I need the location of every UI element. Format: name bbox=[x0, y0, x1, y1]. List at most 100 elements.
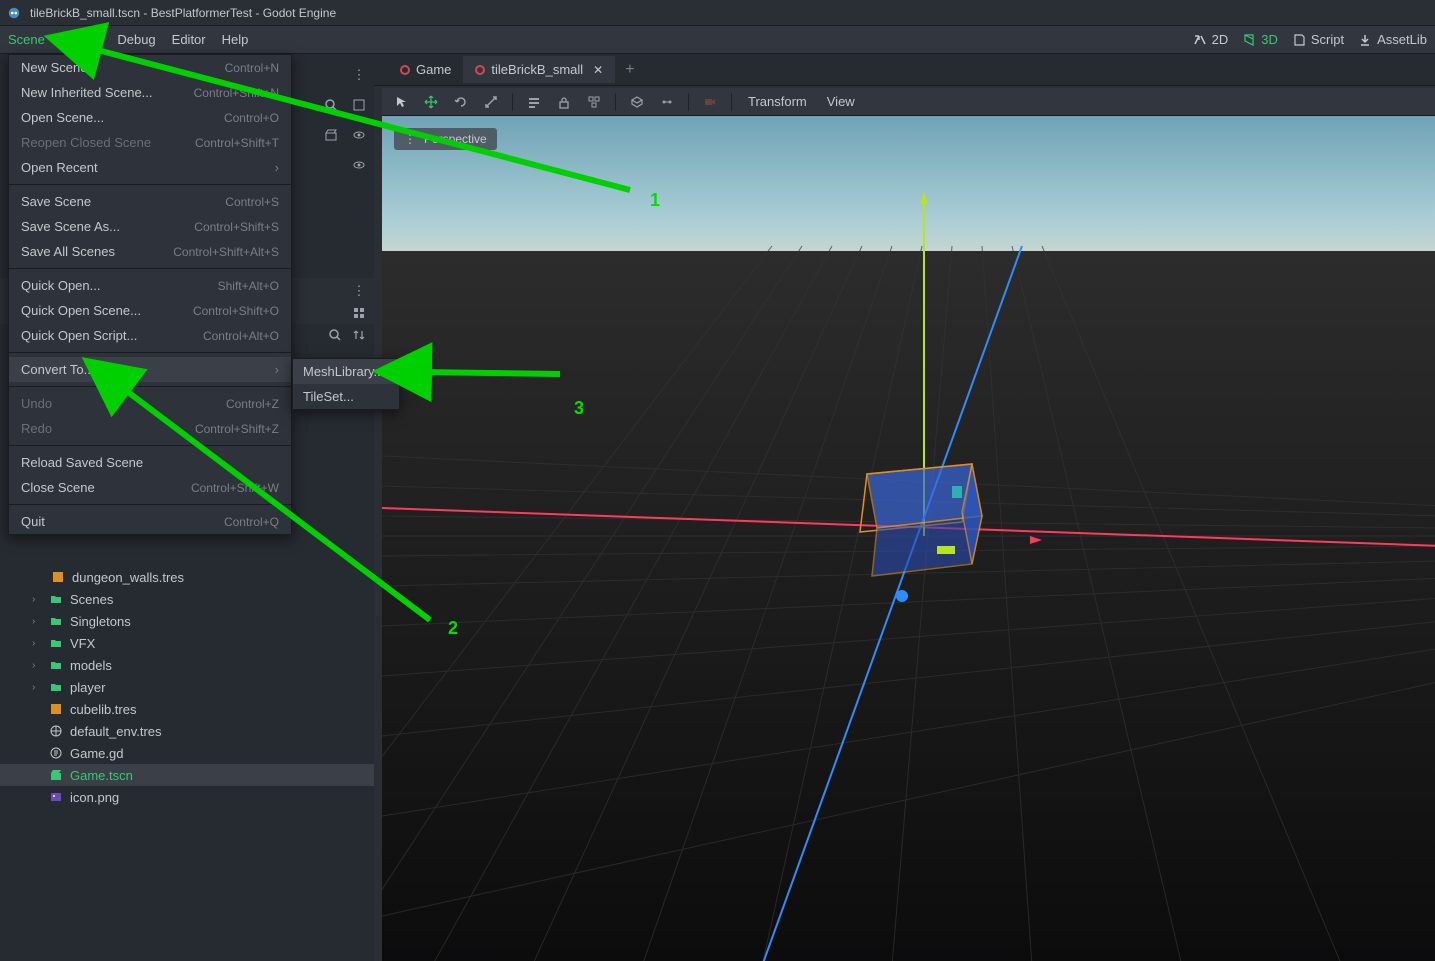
godot-logo-icon bbox=[6, 5, 22, 21]
file-item[interactable]: icon.png bbox=[0, 786, 374, 808]
menu-quit[interactable]: QuitControl+Q bbox=[9, 509, 291, 534]
3d-viewport[interactable]: ⋮ Perspective bbox=[382, 116, 1435, 961]
grid-view-icon[interactable] bbox=[350, 304, 368, 322]
separator bbox=[9, 504, 291, 505]
3d-icon bbox=[1242, 33, 1256, 47]
dots-icon[interactable]: ⋮ bbox=[350, 282, 368, 300]
folder-item[interactable]: › models bbox=[0, 654, 374, 676]
menu-reopen-closed: Reopen Closed SceneControl+Shift+T bbox=[9, 130, 291, 155]
separator bbox=[731, 93, 732, 111]
menu-quick-open[interactable]: Quick Open...Shift+Alt+O bbox=[9, 273, 291, 298]
perspective-badge[interactable]: ⋮ Perspective bbox=[394, 128, 497, 150]
menu-scene[interactable]: Scene bbox=[8, 32, 45, 47]
annotation-label-2: 2 bbox=[448, 618, 458, 639]
chevron-right-icon: › bbox=[32, 616, 42, 627]
z-handle[interactable] bbox=[896, 590, 908, 602]
eye-icon[interactable] bbox=[348, 124, 370, 146]
separator bbox=[688, 93, 689, 111]
filesystem-tree: dungeon_walls.tres › Scenes › Singletons… bbox=[0, 560, 374, 961]
scene-icon bbox=[475, 65, 485, 75]
workspace-script[interactable]: Script bbox=[1292, 32, 1344, 47]
file-item[interactable]: default_env.tres bbox=[0, 720, 374, 742]
menu-quick-open-scene[interactable]: Quick Open Scene...Control+Shift+O bbox=[9, 298, 291, 323]
local-space-toggle[interactable] bbox=[624, 90, 650, 114]
scene-file-icon bbox=[48, 767, 64, 783]
2d-icon bbox=[1193, 33, 1207, 47]
menu-quick-open-script[interactable]: Quick Open Script...Control+Alt+O bbox=[9, 323, 291, 348]
add-tab-button[interactable]: + bbox=[615, 55, 644, 85]
menu-save-as[interactable]: Save Scene As...Control+Shift+S bbox=[9, 214, 291, 239]
file-item[interactable]: dungeon_walls.tres bbox=[0, 566, 374, 588]
script-icon bbox=[48, 745, 64, 761]
scene-tab-tilebrick[interactable]: tileBrickB_small ✕ bbox=[463, 56, 615, 83]
menu-reload-saved[interactable]: Reload Saved Scene bbox=[9, 450, 291, 475]
list-select-tool[interactable] bbox=[521, 90, 547, 114]
menu-undo: UndoControl+Z bbox=[9, 391, 291, 416]
menu-redo: RedoControl+Shift+Z bbox=[9, 416, 291, 441]
separator bbox=[9, 184, 291, 185]
file-item[interactable]: Game.gd bbox=[0, 742, 374, 764]
close-icon[interactable]: ✕ bbox=[593, 63, 603, 77]
separator bbox=[9, 445, 291, 446]
chevron-right-icon: › bbox=[32, 638, 42, 649]
z-axis bbox=[762, 246, 1022, 961]
workspace-switcher: 2D 3D Script AssetLib bbox=[1193, 32, 1427, 47]
download-icon bbox=[1358, 33, 1372, 47]
search-icon[interactable] bbox=[326, 326, 344, 344]
workspace-assetlib[interactable]: AssetLib bbox=[1358, 32, 1427, 47]
chevron-right-icon: › bbox=[275, 160, 279, 175]
scale-tool[interactable] bbox=[478, 90, 504, 114]
expand-icon[interactable] bbox=[348, 94, 370, 116]
menu-save-scene[interactable]: Save SceneControl+S bbox=[9, 189, 291, 214]
separator bbox=[512, 93, 513, 111]
scene-tab-game[interactable]: Game bbox=[388, 56, 463, 83]
folder-item[interactable]: › Singletons bbox=[0, 610, 374, 632]
mesh-cube[interactable] bbox=[860, 464, 982, 576]
menu-close-scene[interactable]: Close SceneControl+Shift+W bbox=[9, 475, 291, 500]
menubar: Scene Project Debug Editor Help 2D 3D Sc… bbox=[0, 26, 1435, 54]
separator bbox=[615, 93, 616, 111]
menu-new-scene[interactable]: New SceneControl+N bbox=[9, 55, 291, 80]
folder-item[interactable]: › VFX bbox=[0, 632, 374, 654]
folder-icon bbox=[48, 613, 64, 629]
viewport-scene bbox=[382, 116, 1435, 961]
window-title: tileBrickB_small.tscn - BestPlatformerTe… bbox=[30, 6, 336, 20]
eye-icon[interactable] bbox=[348, 154, 370, 176]
dots-icon[interactable]: ⋮ bbox=[348, 64, 370, 86]
menu-new-inherited[interactable]: New Inherited Scene...Control+Shift+N bbox=[9, 80, 291, 105]
submenu-meshlibrary[interactable]: MeshLibrary... bbox=[293, 359, 399, 384]
menu-editor[interactable]: Editor bbox=[172, 32, 206, 47]
menu-help[interactable]: Help bbox=[222, 32, 249, 47]
workspace-3d[interactable]: 3D bbox=[1242, 32, 1278, 47]
menu-debug[interactable]: Debug bbox=[117, 32, 155, 47]
file-item[interactable]: Game.tscn bbox=[0, 764, 374, 786]
move-tool[interactable] bbox=[418, 90, 444, 114]
group-tool[interactable] bbox=[581, 90, 607, 114]
menu-save-all[interactable]: Save All ScenesControl+Shift+Alt+S bbox=[9, 239, 291, 264]
workspace-2d[interactable]: 2D bbox=[1193, 32, 1229, 47]
view-menu[interactable]: View bbox=[819, 94, 863, 109]
folder-icon bbox=[48, 657, 64, 673]
file-item[interactable]: cubelib.tres bbox=[0, 698, 374, 720]
transform-menu[interactable]: Transform bbox=[740, 94, 815, 109]
search-icon[interactable] bbox=[320, 94, 342, 116]
folder-item[interactable]: › Scenes bbox=[0, 588, 374, 610]
separator bbox=[9, 352, 291, 353]
lock-tool[interactable] bbox=[551, 90, 577, 114]
snap-toggle[interactable] bbox=[654, 90, 680, 114]
menu-open-recent[interactable]: Open Recent› bbox=[9, 155, 291, 180]
sort-icon[interactable] bbox=[350, 326, 368, 344]
menu-project[interactable]: Project bbox=[61, 32, 101, 47]
folder-item[interactable]: › player bbox=[0, 676, 374, 698]
rotate-tool[interactable] bbox=[448, 90, 474, 114]
select-tool[interactable] bbox=[388, 90, 414, 114]
submenu-tileset[interactable]: TileSet... bbox=[293, 384, 399, 409]
clapper-icon[interactable] bbox=[320, 124, 342, 146]
folder-icon bbox=[48, 591, 64, 607]
menu-convert-to[interactable]: Convert To...› bbox=[9, 357, 291, 382]
window-titlebar: tileBrickB_small.tscn - BestPlatformerTe… bbox=[0, 0, 1435, 26]
annotation-label-3: 3 bbox=[574, 398, 584, 419]
menu-open-scene[interactable]: Open Scene...Control+O bbox=[9, 105, 291, 130]
folder-icon bbox=[48, 635, 64, 651]
camera-override[interactable] bbox=[697, 90, 723, 114]
